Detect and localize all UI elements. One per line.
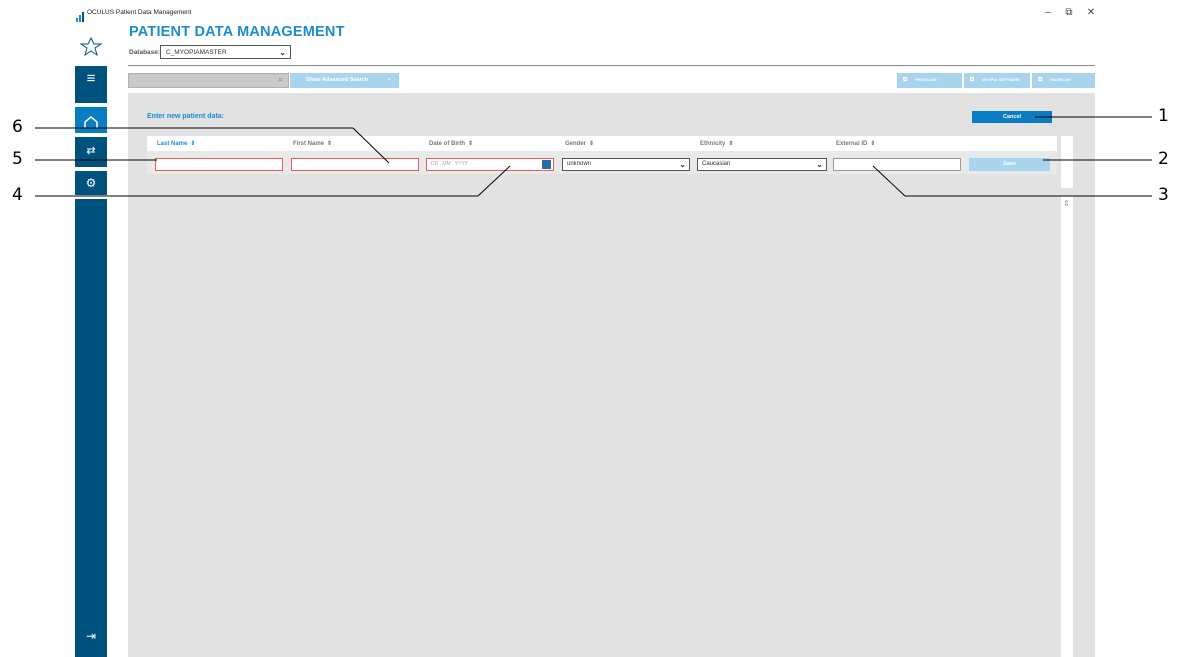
callout-2: 2 bbox=[1158, 149, 1169, 169]
callout-5: 5 bbox=[12, 149, 23, 169]
callout-3: 3 bbox=[1158, 185, 1169, 205]
callout-6: 6 bbox=[12, 117, 23, 137]
callout-4: 4 bbox=[12, 185, 23, 205]
callout-1: 1 bbox=[1158, 106, 1169, 126]
callout-lines bbox=[35, 116, 1152, 197]
